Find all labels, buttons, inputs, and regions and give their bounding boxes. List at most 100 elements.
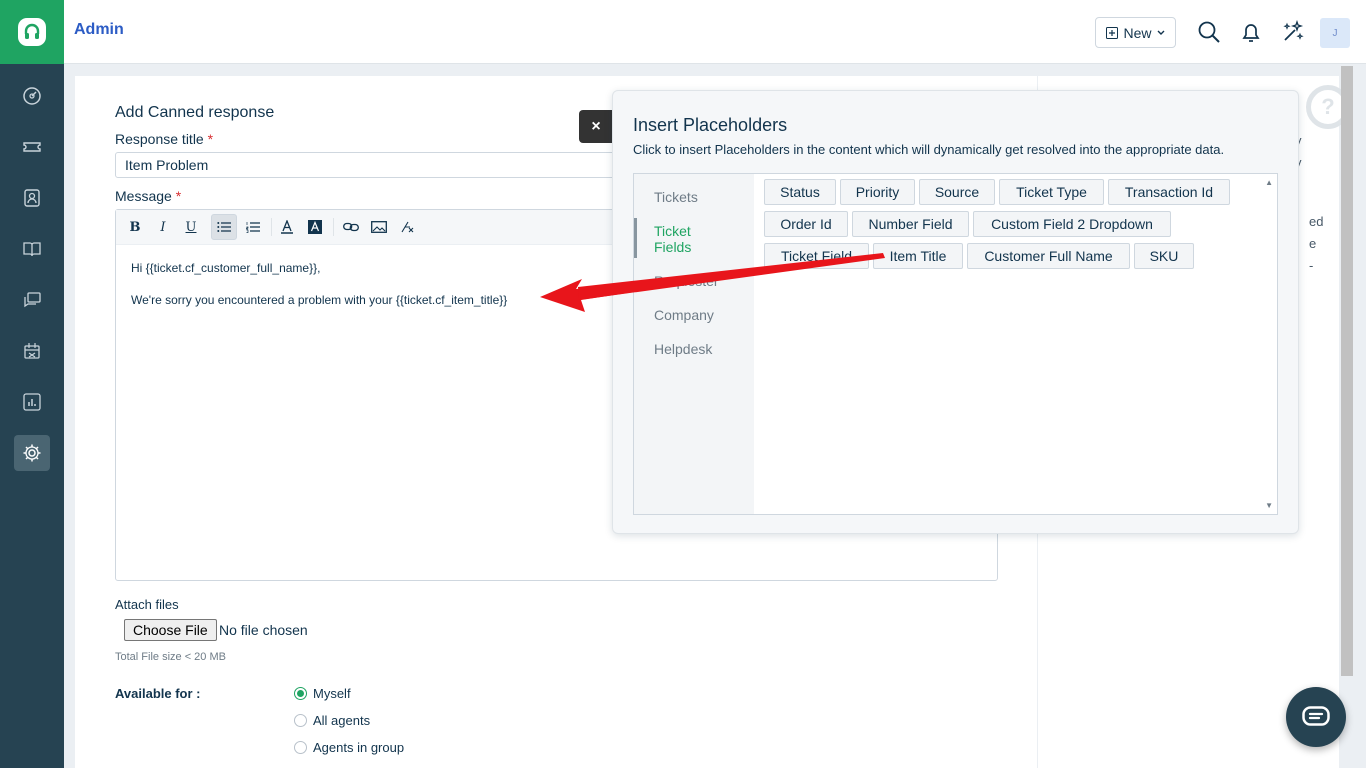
active-tab-indicator [634,218,637,258]
placeholder-chip[interactable]: SKU [1134,243,1194,269]
link-button[interactable] [338,214,364,240]
choose-file-button[interactable]: Choose File [124,619,217,641]
radio-button-checked[interactable] [294,687,307,700]
background-color-button[interactable] [302,214,328,240]
sidebar-item-admin[interactable] [14,435,50,471]
user-avatar[interactable]: J [1320,18,1350,48]
radio-button[interactable] [294,741,307,754]
placeholder-chip[interactable]: Order Id [764,211,848,237]
numbered-list-icon [246,222,260,233]
available-for-label: Available for : [115,686,201,701]
placeholder-box: Tickets Ticket Fields Requester Company … [633,173,1278,515]
file-size-note: Total File size < 20 MB [115,651,226,663]
form-heading: Add Canned response [115,104,275,121]
tab-requester[interactable]: Requester [654,273,719,289]
placeholder-chip[interactable]: Status [764,179,836,205]
scroll-up-arrow-icon[interactable]: ▲ [1265,178,1273,187]
tab-ticket-fields[interactable]: Ticket Fields [654,223,724,255]
attach-files-label: Attach files [115,597,179,612]
message-label: Message * [115,188,181,204]
new-button-label: New [1123,24,1152,41]
scroll-down-arrow-icon[interactable]: ▼ [1265,501,1273,510]
placeholder-chip[interactable]: Ticket Type [999,179,1104,205]
bold-button[interactable]: B [122,214,148,240]
tab-tickets[interactable]: Tickets [654,189,698,205]
radio-button[interactable] [294,714,307,727]
bulleted-list-icon [217,222,231,232]
message-line: We're sorry you encountered a problem wi… [131,293,508,307]
sidebar-item-marketplace[interactable] [14,333,50,369]
insert-placeholders-popup: Insert Placeholders Click to insert Plac… [612,90,1299,534]
sidebar-item-forums[interactable] [14,282,50,318]
numbered-list-button[interactable] [240,214,266,240]
message-line: Hi {{ticket.cf_customer_full_name}}, [131,261,321,275]
sidebar-item-contacts[interactable] [14,180,50,216]
chevron-down-icon [1157,30,1164,35]
placeholder-tabs: Tickets Ticket Fields Requester Company … [634,174,754,514]
freshdesk-logo[interactable] [0,0,64,64]
page-scrollbar[interactable] [1341,66,1353,676]
bulleted-list-button[interactable] [211,214,237,240]
font-color-button[interactable] [274,214,300,240]
radio-agents-in-group[interactable]: Agents in group [294,740,404,755]
popup-title: Insert Placeholders [633,115,788,135]
image-button[interactable] [366,214,392,240]
placeholder-chip[interactable]: Item Title [873,243,963,269]
placeholder-chip[interactable]: Source [919,179,995,205]
clear-format-button[interactable] [394,214,420,240]
placeholder-chips: Status Priority Source Ticket Type Trans… [754,174,1264,514]
top-header: Admin New J [64,0,1366,64]
contacts-icon [24,189,40,207]
page-title: Admin [74,21,124,38]
response-title-label-text: Response title [115,131,204,147]
placeholder-chip[interactable]: Transaction Id [1108,179,1230,205]
close-placeholders-button[interactable]: × [579,110,613,143]
placeholder-chip[interactable]: Customer Full Name [967,243,1130,269]
headset-logo-icon [18,18,46,46]
tab-company[interactable]: Company [654,307,714,323]
plus-box-icon [1106,26,1119,39]
placeholder-chip[interactable]: Priority [840,179,915,205]
forums-icon [24,292,41,308]
radio-all-agents[interactable]: All agents [294,713,370,728]
dashboard-icon [23,87,41,105]
required-mark: * [175,188,182,204]
no-file-text: No file chosen [219,622,308,638]
bell-icon[interactable] [1239,20,1263,44]
right-text-fragment: ed [1309,214,1324,229]
placeholder-chip[interactable]: Number Field [852,211,969,237]
message-label-text: Message [115,188,172,204]
clear-format-icon [401,221,414,233]
placeholder-chip[interactable]: Custom Field 2 Dropdown [973,211,1171,237]
image-icon [371,221,387,233]
ai-sparkle-icon[interactable] [1281,20,1305,44]
link-icon [343,222,359,232]
new-button[interactable]: New [1095,17,1176,48]
sidebar-item-solutions[interactable] [14,231,50,267]
placeholder-chip[interactable]: Ticket Field [764,243,869,269]
gear-icon [23,444,41,462]
italic-button[interactable]: I [150,214,176,240]
toolbar-divider [271,218,272,236]
popup-description: Click to insert Placeholders in the cont… [633,142,1225,157]
left-sidebar [0,0,64,768]
chat-widget-button[interactable] [1286,687,1346,747]
radio-label: All agents [313,713,371,728]
radio-label: Myself [313,686,351,701]
required-mark: * [207,131,214,147]
sidebar-item-tickets[interactable] [14,129,50,165]
search-icon[interactable] [1197,20,1221,44]
radio-myself[interactable]: Myself [294,686,351,701]
chat-bubble-icon [1302,706,1330,726]
font-color-icon [281,220,293,234]
reports-icon [23,393,41,411]
sidebar-item-reports[interactable] [14,384,50,420]
book-icon [23,242,41,257]
radio-label: Agents in group [313,740,405,755]
response-title-label: Response title * [115,131,213,147]
sidebar-item-dashboard[interactable] [14,78,50,114]
right-text-fragment: - [1309,258,1314,273]
background-color-icon [308,220,322,234]
tab-helpdesk[interactable]: Helpdesk [654,341,712,357]
underline-button[interactable]: U [178,214,204,240]
